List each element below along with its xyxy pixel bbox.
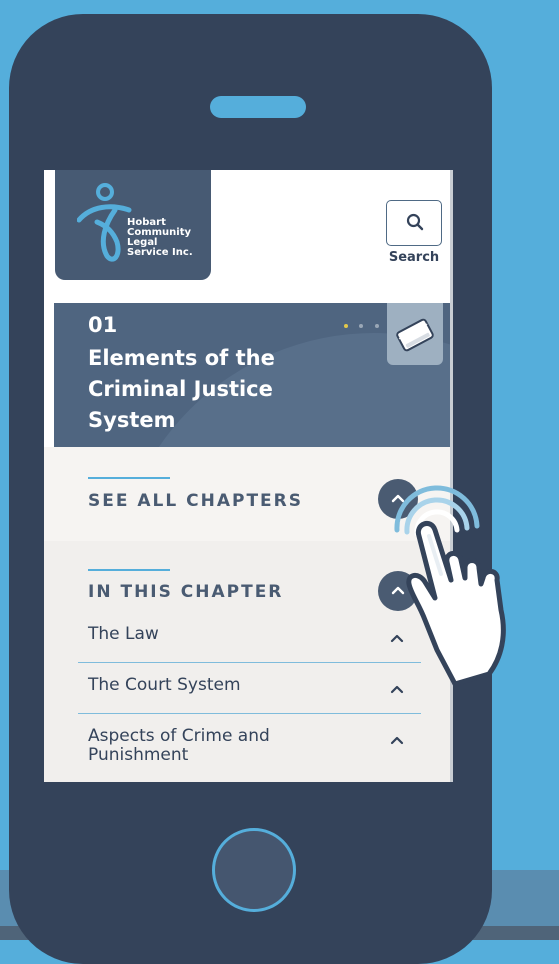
item-divider bbox=[78, 662, 421, 663]
chapter-title: Elements of the Criminal Justice System bbox=[88, 346, 275, 432]
chevron-up-icon[interactable] bbox=[390, 735, 404, 745]
hand-pointer-icon bbox=[394, 485, 506, 687]
pager-dot[interactable] bbox=[374, 324, 379, 328]
logo-text: Hobart Community Legal Service Inc. bbox=[127, 218, 193, 258]
home-button[interactable] bbox=[212, 828, 296, 912]
search-label[interactable]: Search bbox=[384, 250, 444, 265]
chapter-item[interactable]: Aspects of Crime and Punishment bbox=[78, 727, 421, 777]
chapter-icon-tile bbox=[387, 303, 443, 365]
section-rule bbox=[88, 477, 170, 479]
pager-dot[interactable] bbox=[359, 324, 364, 328]
logo-line-4: Service Inc. bbox=[127, 247, 193, 258]
in-this-chapter-label[interactable]: IN THIS CHAPTER bbox=[88, 582, 283, 602]
section-rule bbox=[88, 569, 170, 571]
chapter-item[interactable]: The Court System bbox=[78, 676, 421, 716]
chapter-number: 01 bbox=[88, 313, 118, 337]
chapter-item-label[interactable]: The Law bbox=[88, 625, 328, 644]
item-divider bbox=[78, 713, 421, 714]
search-button[interactable] bbox=[386, 200, 442, 246]
chapter-item-label[interactable]: Aspects of Crime and Punishment bbox=[88, 727, 328, 765]
pager-dot[interactable] bbox=[344, 324, 348, 328]
search-icon bbox=[406, 213, 424, 231]
chapter-pager bbox=[344, 315, 386, 333]
chapter-item[interactable]: The Law bbox=[78, 625, 421, 665]
site-logo[interactable]: Hobart Community Legal Service Inc. bbox=[55, 170, 211, 280]
phone-speaker bbox=[210, 96, 306, 118]
see-all-chapters-label[interactable]: SEE ALL CHAPTERS bbox=[88, 491, 303, 511]
chapter-item-label[interactable]: The Court System bbox=[88, 676, 328, 695]
book-icon bbox=[396, 318, 434, 352]
chapter-banner: 01 Elements of the Criminal Justice Syst… bbox=[54, 303, 453, 447]
